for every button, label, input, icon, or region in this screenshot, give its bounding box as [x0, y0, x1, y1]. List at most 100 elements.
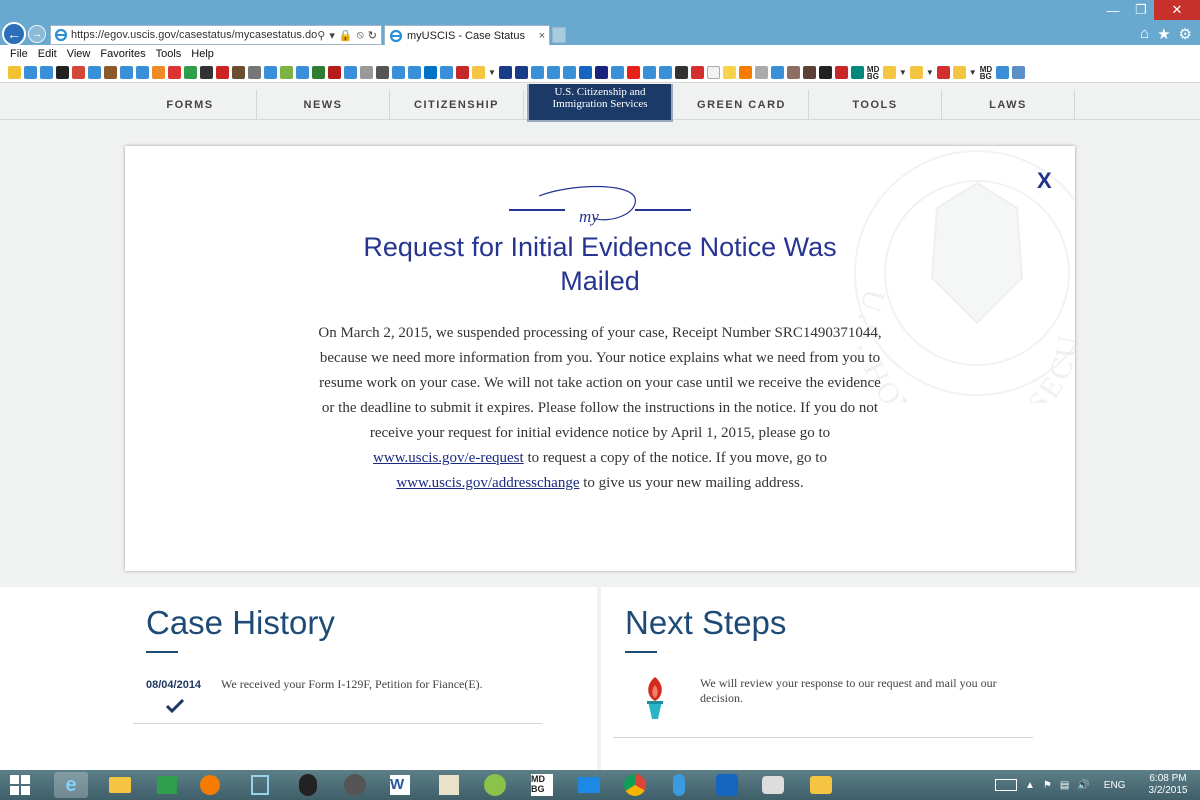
favorite-site-icon[interactable]	[216, 66, 229, 79]
nav-citizenship[interactable]: CITIZENSHIP	[390, 90, 524, 120]
favorite-site-icon[interactable]	[674, 66, 688, 79]
chevron-down-icon[interactable]: ▼	[926, 68, 934, 77]
folder-icon[interactable]	[909, 66, 923, 79]
favorite-site-icon[interactable]	[722, 66, 736, 79]
favorite-site-icon[interactable]	[738, 66, 752, 79]
taskbar-mdbg-icon[interactable]: MD BG	[525, 772, 559, 798]
favorite-site-icon[interactable]	[168, 66, 181, 79]
folder-icon[interactable]	[882, 66, 896, 79]
url-text[interactable]: https://egov.uscis.gov/casestatus/mycase…	[71, 29, 317, 41]
taskbar-mail-icon[interactable]	[572, 772, 606, 798]
taskbar-media-icon[interactable]	[193, 772, 227, 798]
clock[interactable]: 6:08 PM 3/2/2015	[1143, 773, 1193, 797]
favorite-site-icon[interactable]	[200, 66, 213, 79]
flag-icon[interactable]: ⚑	[1043, 780, 1052, 791]
maximize-button[interactable]: ❐	[1128, 0, 1154, 20]
dropdown-icon[interactable]: ▾	[329, 29, 335, 42]
network-icon[interactable]: ▤	[1060, 780, 1069, 791]
favorite-site-icon[interactable]	[104, 66, 117, 79]
favorites-star-icon[interactable]	[8, 66, 21, 79]
favorite-site-icon[interactable]	[834, 66, 848, 79]
address-change-link[interactable]: www.uscis.gov/addresschange	[396, 475, 579, 491]
favorite-site-icon[interactable]	[232, 66, 245, 79]
menu-view[interactable]: View	[67, 48, 91, 60]
gmail-icon[interactable]	[72, 66, 85, 79]
favorite-site-icon[interactable]	[376, 66, 389, 79]
nav-tools[interactable]: TOOLS	[809, 90, 942, 120]
favorite-site-icon[interactable]	[850, 66, 864, 79]
taskbar-app-icon[interactable]	[710, 772, 744, 798]
favorite-site-icon[interactable]	[40, 66, 53, 79]
uscis-logo[interactable]: U.S. Citizenship and Immigration Service…	[527, 84, 673, 122]
favorite-site-icon[interactable]	[610, 66, 624, 79]
taskbar-app-icon[interactable]	[662, 772, 696, 798]
home-icon[interactable]: ⌂	[1140, 25, 1149, 43]
nav-green-card[interactable]: GREEN CARD	[675, 90, 809, 120]
chevron-down-icon[interactable]: ▼	[899, 68, 907, 77]
taskbar-app-icon[interactable]	[756, 772, 790, 798]
stop-icon[interactable]: ⦸	[357, 29, 364, 42]
mdbg-favorite-icon[interactable]: MD BG	[980, 65, 993, 80]
volume-icon[interactable]: 🔊	[1077, 780, 1089, 791]
favorite-site-icon[interactable]	[440, 66, 453, 79]
favorite-site-icon[interactable]	[24, 66, 37, 79]
taskbar-bing-icon[interactable]	[243, 772, 277, 798]
chevron-up-icon[interactable]: ▲	[1025, 780, 1035, 791]
favorite-site-icon[interactable]	[456, 66, 469, 79]
menu-edit[interactable]: Edit	[38, 48, 57, 60]
favorite-site-icon[interactable]	[1011, 66, 1025, 79]
favorite-site-icon[interactable]	[264, 66, 277, 79]
favorite-site-icon[interactable]	[818, 66, 832, 79]
settings-gear-icon[interactable]: ⚙	[1179, 25, 1192, 43]
favorite-site-icon[interactable]	[56, 66, 69, 79]
favorite-site-icon[interactable]	[578, 66, 592, 79]
favorite-site-icon[interactable]	[754, 66, 768, 79]
favorite-site-icon[interactable]	[248, 66, 261, 79]
favorite-site-icon[interactable]	[120, 66, 133, 79]
nav-news[interactable]: NEWS	[257, 90, 390, 120]
favorites-star-icon[interactable]: ★	[1157, 25, 1170, 43]
favorite-site-icon[interactable]	[152, 66, 165, 79]
favorite-site-icon[interactable]	[360, 66, 373, 79]
menu-help[interactable]: Help	[191, 48, 214, 60]
favorite-site-icon[interactable]	[344, 66, 357, 79]
nav-forms[interactable]: FORMS	[124, 90, 257, 120]
mdbg-favorite-icon[interactable]: MD BG	[867, 65, 880, 80]
close-modal-button[interactable]: X	[1037, 168, 1052, 194]
favorite-site-icon[interactable]	[136, 66, 149, 79]
minimize-button[interactable]: —	[1098, 0, 1128, 20]
favorite-site-icon[interactable]	[530, 66, 544, 79]
taskbar-flash-icon[interactable]	[338, 772, 372, 798]
favorite-site-icon[interactable]	[546, 66, 560, 79]
lock-icon[interactable]: 🔒	[339, 29, 353, 42]
taskbar-chrome-icon[interactable]	[618, 772, 652, 798]
taskbar-ie-icon[interactable]: e	[54, 772, 88, 798]
nav-laws[interactable]: LAWS	[942, 90, 1075, 120]
favorite-site-icon[interactable]	[770, 66, 784, 79]
start-button[interactable]	[0, 772, 40, 798]
favorite-site-icon[interactable]	[658, 66, 672, 79]
menu-favorites[interactable]: Favorites	[100, 48, 145, 60]
menu-tools[interactable]: Tools	[156, 48, 182, 60]
favorite-site-icon[interactable]	[312, 66, 325, 79]
chevron-down-icon[interactable]: ▼	[969, 68, 977, 77]
favorite-site-icon[interactable]	[280, 66, 293, 79]
tab-close-icon[interactable]: ×	[535, 30, 549, 42]
favorite-site-icon[interactable]	[642, 66, 656, 79]
taskbar-store-icon[interactable]	[150, 772, 184, 798]
favorite-site-icon[interactable]	[392, 66, 405, 79]
folder-icon[interactable]	[472, 66, 485, 79]
favorite-site-icon[interactable]	[498, 66, 512, 79]
taskbar-qq-icon[interactable]	[291, 772, 325, 798]
back-button[interactable]: ←	[2, 22, 26, 46]
tab-case-status[interactable]: myUSCIS - Case Status ×	[384, 25, 550, 45]
favorite-site-icon[interactable]	[995, 66, 1009, 79]
search-icon[interactable]: ⚲	[317, 29, 325, 42]
taskbar-app-icon[interactable]	[432, 772, 466, 798]
favorite-site-icon[interactable]	[802, 66, 816, 79]
folder-icon[interactable]	[952, 66, 966, 79]
language-indicator[interactable]: ENG	[1104, 780, 1126, 791]
taskbar-explorer-icon[interactable]	[103, 772, 137, 798]
chevron-down-icon[interactable]: ▼	[488, 68, 496, 77]
keyboard-icon[interactable]	[995, 779, 1017, 791]
